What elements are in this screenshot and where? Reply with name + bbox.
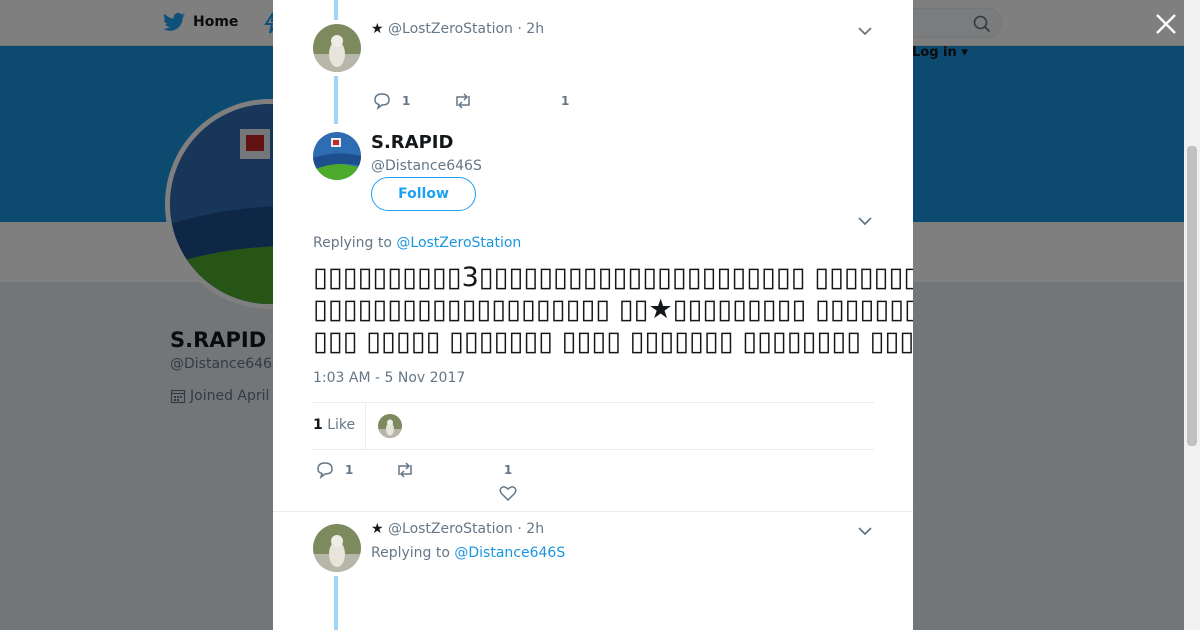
replying-to-link[interactable]: @Distance646S [454,545,565,561]
follow-button[interactable]: Follow [371,177,476,211]
tweet-meta: ★ @LostZeroStation · 2h [371,21,544,37]
thread-line [334,576,338,630]
heart-icon [499,486,517,501]
tweet-text: ▯▯▯▯▯▯▯▯▯▯3▯▯▯▯▯▯▯▯▯▯▯▯▯▯▯▯▯▯▯▯▯▯ ▯▯▯▯▯▯… [313,262,913,358]
tweet-time[interactable]: 2h [526,521,544,537]
replying-prefix: Replying to [371,545,450,561]
avatar[interactable] [313,132,361,180]
author-name[interactable]: ★ [371,21,384,37]
tweet-stats: 1 Like [313,402,874,450]
likes-stat-count: 1 [313,417,323,433]
close-button[interactable] [1154,12,1178,36]
stats-divider [365,403,366,449]
tweet-timestamp[interactable]: 1:03 AM - 5 Nov 2017 [313,370,465,386]
avatar[interactable] [313,524,361,572]
replying-to: Replying to @Distance646S [371,545,565,561]
scrollbar-thumb[interactable] [1187,146,1197,446]
meta-separator: · [517,21,522,37]
like-button[interactable]: 1 [561,94,569,108]
likes-stat-label: Like [327,417,356,433]
reply-count: 1 [402,94,411,108]
meta-separator: · [517,521,522,537]
like-count: 1 [561,94,570,108]
tweet-text-line: ▯▯▯▯▯▯▯▯▯▯3▯▯▯▯▯▯▯▯▯▯▯▯▯▯▯▯▯▯▯▯▯▯ ▯▯▯▯▯▯… [313,262,913,293]
retweet-icon [398,462,412,478]
tweet-modal: ★ @LostZeroStation · 2h 1 1 S.RAPID @Dis… [273,0,913,630]
tweet-text-line: ▯▯▯▯▯▯▯▯▯▯▯▯▯▯▯▯▯▯▯▯ ▯▯★▯▯▯▯▯▯▯▯▯ ▯▯▯▯▯▯… [313,294,913,325]
chevron-down-icon[interactable] [857,525,873,537]
thread-line [334,76,338,124]
tweet-text-line: ▯▯▯ ▯▯▯▯▯ ▯▯▯▯▯▯▯ ▯▯▯▯ ▯▯▯▯▯▯▯ ▯▯▯▯▯▯▯▯ … [313,326,913,357]
like-count: 1 [503,463,513,477]
reply-count: 1 [345,463,354,477]
replying-prefix: Replying to [313,235,392,251]
reply-button[interactable]: 1 [372,92,410,110]
thread-divider [273,511,913,512]
author-handle[interactable]: @Distance646S [371,158,482,174]
author-handle[interactable]: @LostZeroStation [388,521,513,537]
retweet-button[interactable] [395,461,415,479]
replying-to-link[interactable]: @LostZeroStation [396,235,521,251]
author-name[interactable]: S.RAPID [371,132,453,153]
chevron-down-icon[interactable] [857,25,873,37]
likes-stat[interactable]: 1 Like [313,417,355,433]
like-button[interactable]: 1 [499,463,517,501]
retweet-icon [456,93,470,109]
author-handle[interactable]: @LostZeroStation [388,21,513,37]
thread-line [334,0,338,20]
page-scrollbar[interactable] [1184,0,1200,630]
retweet-button[interactable] [453,92,473,110]
tweet-meta: ★ @LostZeroStation · 2h [371,521,544,537]
reply-button[interactable]: 1 [315,461,353,479]
liker-avatar[interactable] [378,414,402,438]
chevron-down-icon[interactable] [857,215,873,227]
replying-to: Replying to @LostZeroStation [313,235,521,251]
author-name[interactable]: ★ [371,521,384,537]
tweet-time[interactable]: 2h [526,21,544,37]
reply-icon [317,462,333,479]
reply-icon [374,93,390,110]
avatar[interactable] [313,24,361,72]
close-icon [1156,14,1176,34]
